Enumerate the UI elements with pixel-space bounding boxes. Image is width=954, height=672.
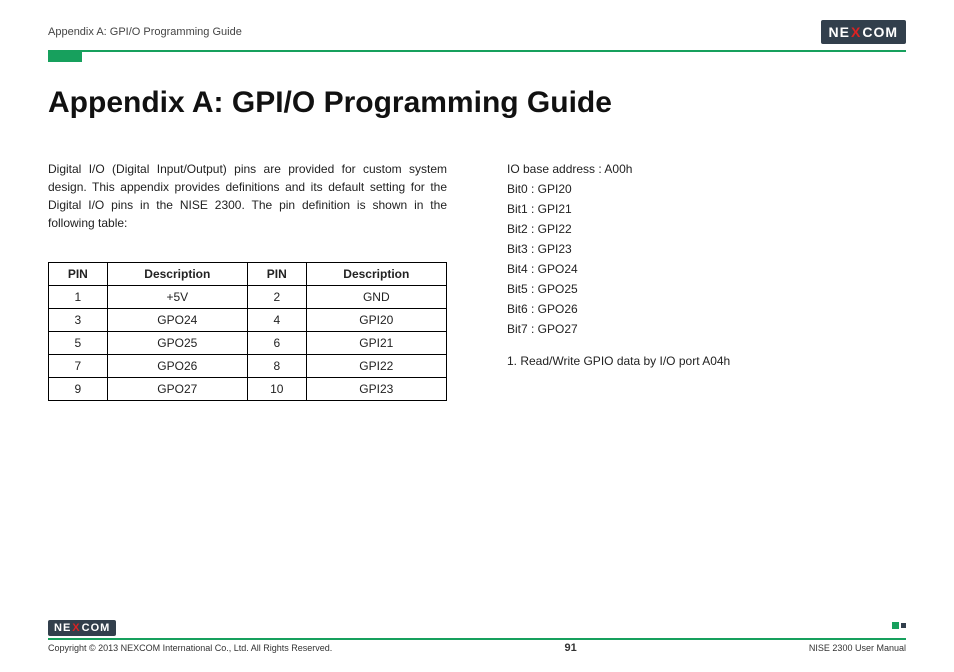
- brand-text-left: NE: [829, 24, 850, 40]
- brand-text-right: COM: [82, 622, 111, 634]
- cell: GPO24: [107, 309, 247, 332]
- io-base-address: IO base address : A00h: [507, 160, 906, 178]
- cell: GPO26: [107, 355, 247, 378]
- io-note: 1. Read/Write GPIO data by I/O port A04h: [507, 352, 906, 370]
- right-column: IO base address : A00h Bit0 : GPI20 Bit1…: [507, 160, 906, 401]
- bit-line: Bit7 : GPO27: [507, 320, 906, 338]
- header-rule: [48, 50, 906, 52]
- col-header-desc-b: Description: [306, 263, 446, 286]
- cell: GPI21: [306, 332, 446, 355]
- table-header-row: PIN Description PIN Description: [49, 263, 447, 286]
- footer-row: Copyright © 2013 NEXCOM International Co…: [48, 642, 906, 654]
- brand-text-x: X: [851, 24, 861, 40]
- bit-line: Bit5 : GPO25: [507, 280, 906, 298]
- bit-line: Bit1 : GPI21: [507, 200, 906, 218]
- cell: GPI22: [306, 355, 446, 378]
- cell: 8: [247, 355, 306, 378]
- cell: 4: [247, 309, 306, 332]
- footer-rule: [48, 638, 906, 640]
- page-header: Appendix A: GPI/O Programming Guide NEXC…: [48, 20, 906, 44]
- cell: 10: [247, 378, 306, 401]
- cell: 1: [49, 286, 108, 309]
- header-accent-block: [48, 52, 82, 62]
- cell: 5: [49, 332, 108, 355]
- manual-name: NISE 2300 User Manual: [809, 643, 906, 653]
- copyright-text: Copyright © 2013 NEXCOM International Co…: [48, 643, 332, 653]
- content-columns: Digital I/O (Digital Input/Output) pins …: [48, 160, 906, 401]
- cell: 6: [247, 332, 306, 355]
- footer-accent-icon: [892, 622, 906, 629]
- cell: GND: [306, 286, 446, 309]
- brand-text-x: X: [72, 622, 80, 634]
- cell: 2: [247, 286, 306, 309]
- cell: GPO25: [107, 332, 247, 355]
- left-column: Digital I/O (Digital Input/Output) pins …: [48, 160, 447, 401]
- intro-paragraph: Digital I/O (Digital Input/Output) pins …: [48, 160, 447, 232]
- footer-brand-logo: NEXCOM: [48, 620, 116, 636]
- bit-line: Bit2 : GPI22: [507, 220, 906, 238]
- cell: GPI23: [306, 378, 446, 401]
- bit-line: Bit3 : GPI23: [507, 240, 906, 258]
- pin-definition-table: PIN Description PIN Description 1 +5V 2 …: [48, 262, 447, 401]
- brand-logo: NEXCOM: [821, 20, 906, 44]
- page-title: Appendix A: GPI/O Programming Guide: [48, 86, 906, 120]
- page-footer: NEXCOM Copyright © 2013 NEXCOM Internati…: [48, 618, 906, 654]
- bit-line: Bit6 : GPO26: [507, 300, 906, 318]
- col-header-desc-a: Description: [107, 263, 247, 286]
- brand-text-left: NE: [54, 622, 71, 634]
- brand-text-right: COM: [862, 24, 898, 40]
- square-icon: [892, 622, 899, 629]
- table-row: 5 GPO25 6 GPI21: [49, 332, 447, 355]
- col-header-pin-a: PIN: [49, 263, 108, 286]
- col-header-pin-b: PIN: [247, 263, 306, 286]
- breadcrumb: Appendix A: GPI/O Programming Guide: [48, 26, 242, 38]
- cell: +5V: [107, 286, 247, 309]
- table-row: 7 GPO26 8 GPI22: [49, 355, 447, 378]
- table-row: 1 +5V 2 GND: [49, 286, 447, 309]
- bit-line: Bit0 : GPI20: [507, 180, 906, 198]
- table-row: 3 GPO24 4 GPI20: [49, 309, 447, 332]
- cell: 7: [49, 355, 108, 378]
- table-row: 9 GPO27 10 GPI23: [49, 378, 447, 401]
- cell: GPO27: [107, 378, 247, 401]
- page-number: 91: [564, 642, 576, 654]
- cell: 3: [49, 309, 108, 332]
- bit-line: Bit4 : GPO24: [507, 260, 906, 278]
- cell: 9: [49, 378, 108, 401]
- cell: GPI20: [306, 309, 446, 332]
- square-icon: [901, 623, 906, 628]
